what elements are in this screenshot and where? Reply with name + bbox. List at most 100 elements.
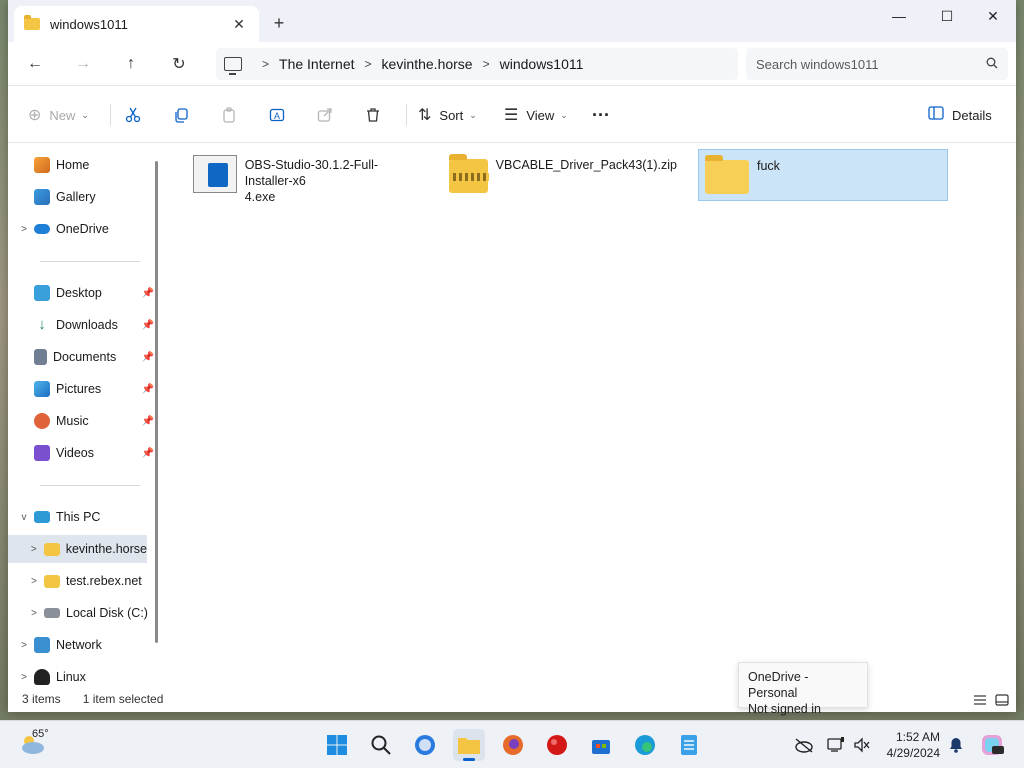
chevron-right-icon[interactable]: >: [14, 224, 34, 235]
folder-icon: [458, 738, 480, 754]
sidebar-item-documents[interactable]: Documents 📌: [8, 343, 158, 371]
file-item-obs-installer[interactable]: OBS-Studio-30.1.2-Full-Installer-x6 4.ex…: [187, 149, 427, 204]
pin-icon[interactable]: 📌: [142, 416, 154, 427]
breadcrumb[interactable]: > The Internet > kevinthe.horse > window…: [216, 48, 738, 80]
sidebar-item-home[interactable]: Home: [8, 151, 158, 179]
computer-icon[interactable]: [224, 57, 242, 75]
new-tab-button[interactable]: +: [268, 12, 290, 34]
sidebar-item-desktop[interactable]: Desktop 📌: [8, 279, 158, 307]
sidebar-item-onedrive[interactable]: > OneDrive: [8, 215, 158, 243]
record-app-button[interactable]: [541, 729, 573, 761]
file-name: OBS-Studio-30.1.2-Full-Installer-x6 4.ex…: [245, 157, 421, 205]
minimize-button[interactable]: —: [876, 0, 922, 32]
pin-icon[interactable]: 📌: [142, 288, 154, 299]
chevron-right-icon[interactable]: >: [365, 57, 372, 71]
chevron-right-icon[interactable]: >: [14, 640, 34, 651]
search-icon: [371, 735, 391, 755]
sidebar-item-downloads[interactable]: ↓ Downloads 📌: [8, 311, 158, 339]
sidebar-scrollbar[interactable]: [155, 161, 158, 643]
back-button[interactable]: ←: [22, 52, 48, 76]
sort-label: Sort: [439, 107, 464, 123]
notepad-button[interactable]: [673, 729, 705, 761]
tab-windows1011[interactable]: windows1011 ✕: [14, 6, 259, 42]
pin-icon[interactable]: 📌: [142, 352, 154, 363]
file-item-folder[interactable]: fuck: [698, 149, 948, 201]
sort-button[interactable]: ⇅ Sort ⌄: [418, 102, 477, 128]
chevron-right-icon[interactable]: >: [24, 576, 44, 587]
copy-button[interactable]: [168, 102, 194, 128]
sidebar-item-network[interactable]: > Network: [8, 631, 158, 659]
volume-muted-icon[interactable]: [852, 735, 872, 755]
rename-button[interactable]: A: [264, 102, 290, 128]
sidebar-item-kevinthe-horse[interactable]: > kevinthe.horse: [8, 535, 147, 563]
breadcrumb-kevinthe-horse[interactable]: kevinthe.horse: [382, 56, 473, 72]
address-bar: ← → ↑ ↻ > The Internet > kevinthe.horse …: [8, 42, 1016, 86]
refresh-button[interactable]: ↻: [166, 52, 192, 76]
pin-icon[interactable]: 📌: [142, 448, 154, 459]
breadcrumb-windows1011[interactable]: windows1011: [500, 56, 584, 72]
search-input[interactable]: [756, 56, 986, 72]
network-tray-icon[interactable]: [826, 735, 846, 755]
pin-icon[interactable]: 📌: [142, 320, 154, 331]
close-window-button[interactable]: ✕: [970, 0, 1016, 32]
network-folder-icon: [44, 574, 60, 588]
sidebar-item-local-disk[interactable]: > Local Disk (C:): [8, 599, 158, 627]
file-item-vbcable-zip[interactable]: VBCABLE_Driver_Pack43(1).zip: [443, 149, 683, 201]
view-button[interactable]: ☰ View ⌄: [504, 102, 568, 128]
chevron-right-icon[interactable]: >: [483, 57, 490, 71]
paste-button[interactable]: [216, 102, 242, 128]
sidebar-item-label: Gallery: [56, 190, 96, 204]
file-list: OBS-Studio-30.1.2-Full-Installer-x6 4.ex…: [163, 143, 1016, 686]
chevron-right-icon[interactable]: >: [24, 544, 44, 555]
sidebar-item-pictures[interactable]: Pictures 📌: [8, 375, 158, 403]
sidebar-item-label: test.rebex.net: [66, 574, 142, 588]
chevron-down-icon[interactable]: v: [14, 512, 34, 523]
computer-icon: [34, 511, 50, 523]
cortana-icon: [415, 735, 435, 755]
sidebar-item-label: Home: [56, 158, 90, 172]
delete-button[interactable]: [360, 102, 386, 128]
up-button[interactable]: ↑: [118, 52, 144, 76]
details-button[interactable]: Details: [928, 102, 992, 128]
chevron-right-icon[interactable]: >: [14, 672, 34, 683]
start-button[interactable]: [321, 729, 353, 761]
chevron-down-icon: ⌄: [560, 109, 568, 120]
weather-temperature: 65°: [32, 728, 49, 740]
forward-button[interactable]: →: [70, 52, 96, 76]
copilot-preview-icon[interactable]: [980, 735, 1006, 755]
file-explorer-taskbar-button[interactable]: [453, 729, 485, 761]
tooltip-title: OneDrive - Personal: [748, 670, 809, 700]
cut-button[interactable]: [120, 102, 146, 128]
microsoft-store-button[interactable]: [585, 729, 617, 761]
sidebar-item-test-rebex-net[interactable]: > test.rebex.net: [8, 567, 158, 595]
system-clock[interactable]: 1:52 AM 4/29/2024: [880, 729, 940, 761]
cortana-button[interactable]: [409, 729, 441, 761]
notepad-icon: [681, 735, 697, 755]
selection-count: 1 item selected: [82, 692, 164, 706]
onedrive-tray-icon[interactable]: [794, 735, 814, 755]
search-taskbar-button[interactable]: [365, 729, 397, 761]
pin-icon[interactable]: 📌: [142, 384, 154, 395]
edge-icon: [635, 735, 655, 755]
search-box[interactable]: [746, 48, 1008, 80]
breadcrumb-the-internet[interactable]: The Internet: [279, 56, 355, 72]
details-view-icon[interactable]: [973, 694, 987, 706]
sidebar-item-videos[interactable]: Videos 📌: [8, 439, 158, 467]
maximize-button[interactable]: ☐: [924, 0, 970, 32]
folder-icon: [705, 155, 749, 194]
edge-button[interactable]: [629, 729, 661, 761]
sidebar-item-this-pc[interactable]: v This PC: [8, 503, 158, 531]
close-tab-icon[interactable]: ✕: [229, 14, 249, 34]
store-icon: [592, 740, 610, 754]
firefox-button[interactable]: [497, 729, 529, 761]
firefox-icon: [503, 735, 523, 755]
sidebar-item-gallery[interactable]: Gallery: [8, 183, 158, 211]
more-options-button[interactable]: ···: [592, 102, 610, 128]
notification-bell-icon[interactable]: [946, 735, 966, 755]
new-button[interactable]: ⊕ New ⌄: [28, 102, 89, 128]
sidebar-item-music[interactable]: Music 📌: [8, 407, 158, 435]
chevron-right-icon[interactable]: >: [24, 608, 44, 619]
share-button[interactable]: [312, 102, 338, 128]
tiles-view-icon[interactable]: [995, 694, 1009, 706]
chevron-right-icon[interactable]: >: [262, 57, 269, 71]
